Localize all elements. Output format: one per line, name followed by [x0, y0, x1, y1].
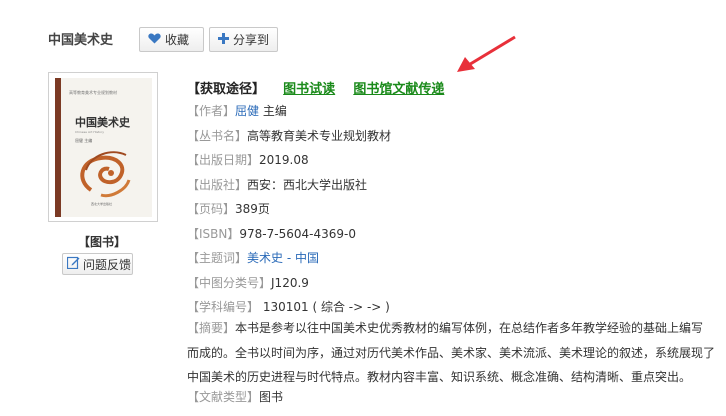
share-button[interactable]: 分享到	[209, 27, 278, 52]
cover-artwork	[80, 151, 131, 198]
heart-icon	[148, 33, 161, 47]
isbn-value: 978-7-5604-4369-0	[239, 226, 356, 241]
pages-value: 389页	[235, 202, 270, 216]
isbn-row: 【ISBN】978-7-5604-4369-0	[187, 222, 717, 247]
series-value: 高等教育美术专业规划教材	[247, 128, 392, 143]
book-cover[interactable]: 高等教育美术专业规划教材 中国美术史 Chinese Art History 屈…	[48, 72, 158, 222]
library-delivery-link[interactable]: 图书馆文献传递	[353, 82, 444, 97]
pages-key: 【页码】	[187, 202, 236, 216]
cover-subtitle: Chinese Art History	[75, 130, 105, 134]
publisher-key: 【出版社】	[187, 177, 248, 192]
subject-key: 【主题词】	[187, 251, 248, 265]
share-label: 分享到	[233, 33, 270, 47]
cover-image: 高等教育美术专业规划教材 中国美术史 Chinese Art History 屈…	[55, 78, 152, 217]
date-row: 【出版日期】2019.08	[187, 148, 717, 173]
subject-row: 【主题词】美术史 - 中国	[187, 246, 717, 271]
isbn-key: 【ISBN】	[187, 226, 240, 241]
favorite-button[interactable]: 收藏	[139, 27, 204, 52]
access-row: 【获取途径】 图书试读 图书馆文献传递	[187, 78, 444, 97]
page-title: 中国美术史	[48, 33, 114, 48]
cover-series-text: 高等教育美术专业规划教材	[69, 90, 117, 95]
favorite-label: 收藏	[165, 33, 190, 47]
cover-title: 中国美术史	[75, 116, 130, 129]
doctype-key: 【文献类型】	[187, 390, 260, 404]
clc-value: J120.9	[271, 275, 309, 290]
date-key: 【出版日期】	[187, 153, 260, 167]
feedback-button[interactable]: 问题反馈	[62, 253, 133, 275]
access-label: 【获取途径】	[187, 82, 266, 97]
discipline-value: 130101 ( 综合 -> -> )	[259, 300, 390, 314]
resource-type-label: 【图书】	[78, 235, 127, 249]
abstract-block: 【摘要】本书是参考以往中国美术史优秀教材的编写体例，在总结作者多年教学经验的基础…	[187, 316, 715, 390]
author-link[interactable]: 屈健	[235, 104, 259, 118]
author-key: 【作者】	[187, 104, 236, 118]
series-row: 【丛书名】高等教育美术专业规划教材	[187, 124, 717, 149]
pages-row: 【页码】389页	[187, 197, 717, 222]
author-row: 【作者】屈健 主编	[187, 99, 717, 124]
plus-icon	[218, 32, 229, 47]
clc-key: 【中图分类号】	[187, 275, 272, 290]
edit-icon	[66, 256, 80, 272]
clc-row: 【中图分类号】J120.9	[187, 271, 717, 296]
author-role: 主编	[259, 104, 287, 118]
doctype-row: 【文献类型】图书	[187, 385, 283, 410]
cover-publisher: 西北大学出版社	[91, 202, 113, 206]
discipline-key: 【学科编号】	[187, 300, 260, 314]
book-details: 【作者】屈健 主编 【丛书名】高等教育美术专业规划教材 【出版日期】2019.0…	[187, 99, 717, 320]
trial-read-link[interactable]: 图书试读	[283, 82, 335, 97]
abstract-text: 本书是参考以往中国美术史优秀教材的编写体例，在总结作者多年教学经验的基础上编写而…	[187, 321, 716, 384]
doctype-value: 图书	[259, 390, 284, 404]
publisher-value: 西安：西北大学出版社	[247, 177, 368, 192]
series-key: 【丛书名】	[187, 128, 248, 143]
abstract-key: 【摘要】	[187, 321, 236, 335]
date-value: 2019.08	[259, 153, 309, 167]
annotation-arrow	[457, 35, 516, 72]
publisher-row: 【出版社】西安：西北大学出版社	[187, 173, 717, 198]
subject-link[interactable]: 美术史 - 中国	[247, 251, 319, 265]
feedback-label: 问题反馈	[83, 257, 132, 272]
